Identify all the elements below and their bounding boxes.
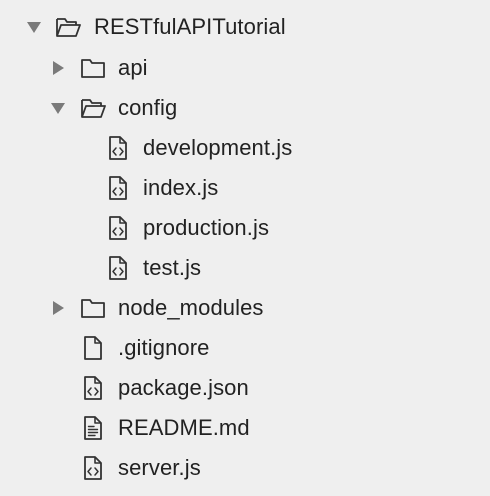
tree-item-label: development.js (143, 135, 293, 160)
tree-item-label: config (118, 95, 178, 120)
tree-item-config[interactable]: config (0, 88, 490, 128)
tree-item-label: server.js (118, 455, 201, 480)
text-file-icon (80, 415, 106, 441)
tree-item-label: api (118, 55, 148, 80)
file-tree: RESTfulAPITutorial api config developmen… (0, 0, 490, 496)
tree-item-label: package.json (118, 375, 249, 400)
tree-item-label: production.js (143, 215, 270, 240)
code-file-icon (105, 135, 131, 161)
tree-item-server-js[interactable]: server.js (0, 448, 490, 488)
folder-icon (80, 295, 106, 321)
tree-item-readme-md[interactable]: README.md (0, 408, 490, 448)
code-file-icon (105, 215, 131, 241)
tree-item-index-js[interactable]: index.js (0, 168, 490, 208)
tree-item-label: README.md (118, 415, 250, 440)
code-file-icon (80, 455, 106, 481)
tree-item-label: index.js (143, 175, 219, 200)
code-file-icon (105, 255, 131, 281)
folder-open-icon (55, 14, 81, 40)
tree-item-label: .gitignore (118, 335, 210, 360)
tree-item-node-modules[interactable]: node_modules (0, 288, 490, 328)
tree-item-gitignore[interactable]: .gitignore (0, 328, 490, 368)
tree-item-restfulapitutorial[interactable]: RESTfulAPITutorial (0, 7, 490, 47)
code-file-icon (80, 375, 106, 401)
folder-icon (80, 55, 106, 81)
tree-item-label: test.js (143, 255, 202, 280)
tree-item-test-js[interactable]: test.js (0, 248, 490, 288)
tree-item-development-js[interactable]: development.js (0, 128, 490, 168)
code-file-icon (105, 175, 131, 201)
tree-item-package-json[interactable]: package.json (0, 368, 490, 408)
tree-item-production-js[interactable]: production.js (0, 208, 490, 248)
file-icon (80, 335, 106, 361)
tree-item-label: RESTfulAPITutorial (94, 14, 286, 39)
tree-item-label: node_modules (118, 295, 264, 320)
collapsed-arrow-icon[interactable] (50, 60, 66, 76)
collapsed-arrow-icon[interactable] (50, 300, 66, 316)
tree-item-api[interactable]: api (0, 48, 490, 88)
expanded-arrow-icon[interactable] (26, 19, 42, 35)
folder-open-icon (80, 95, 106, 121)
expanded-arrow-icon[interactable] (50, 100, 66, 116)
